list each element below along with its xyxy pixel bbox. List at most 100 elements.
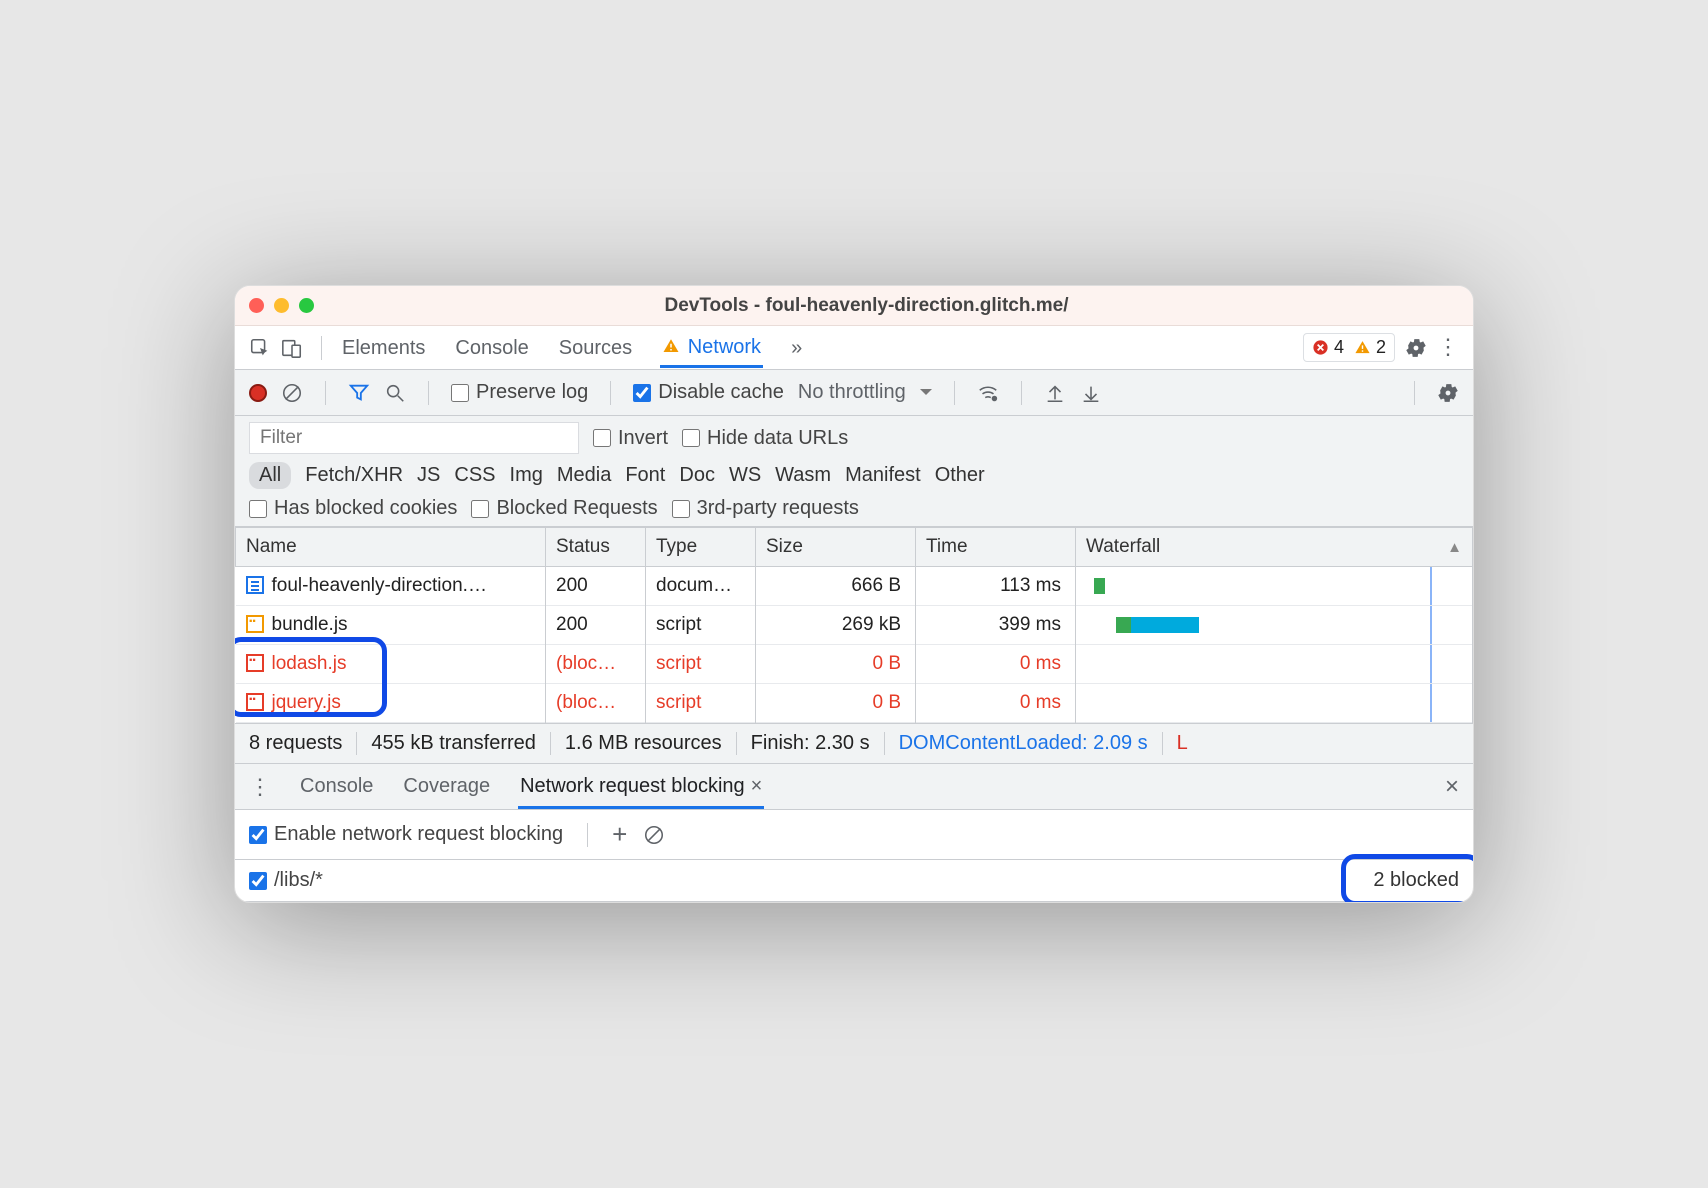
upload-har-icon[interactable] xyxy=(1044,382,1066,404)
device-toggle-icon[interactable] xyxy=(281,337,303,359)
summary-requests: 8 requests xyxy=(249,732,357,755)
type-chip-js[interactable]: JS xyxy=(417,464,440,487)
blocking-controls: Enable network request blocking + xyxy=(235,810,1473,860)
filter-funnel-icon[interactable] xyxy=(348,382,370,404)
table-header-row: Name Status Type Size Time Waterfall xyxy=(236,528,1473,567)
table-row[interactable]: jquery.js(bloc…script0 B0 ms xyxy=(236,684,1473,723)
col-type[interactable]: Type xyxy=(646,528,756,567)
summary-resources: 1.6 MB resources xyxy=(551,732,737,755)
cell-waterfall xyxy=(1076,684,1473,723)
filter-input[interactable] xyxy=(249,422,579,454)
search-icon[interactable] xyxy=(384,382,406,404)
devtools-window: DevTools - foul-heavenly-direction.glitc… xyxy=(234,285,1474,903)
warning-triangle-icon xyxy=(662,337,680,355)
table-row[interactable]: lodash.js(bloc…script0 B0 ms xyxy=(236,645,1473,684)
drawer-tabstrip: ⋮ Console Coverage Network request block… xyxy=(235,764,1473,810)
type-chip-other[interactable]: Other xyxy=(935,464,985,487)
table-row[interactable]: foul-heavenly-direction.…200docum…666 B1… xyxy=(236,567,1473,606)
type-chip-font[interactable]: Font xyxy=(625,464,665,487)
blocked-requests-checkbox[interactable]: Blocked Requests xyxy=(471,497,657,520)
close-tab-icon[interactable]: × xyxy=(751,775,763,797)
type-chip-doc[interactable]: Doc xyxy=(679,464,715,487)
warning-triangle-icon xyxy=(1354,339,1371,356)
network-summary: 8 requests 455 kB transferred 1.6 MB res… xyxy=(235,723,1473,764)
file-type-icon xyxy=(246,576,264,594)
summary-domcontentloaded: DOMContentLoaded: 2.09 s xyxy=(885,732,1163,755)
has-blocked-cookies-checkbox[interactable]: Has blocked cookies xyxy=(249,497,457,520)
resource-types-bar: All Fetch/XHR JS CSS Img Media Font Doc … xyxy=(235,454,1473,497)
cell-time: 0 ms xyxy=(916,645,1076,684)
preserve-log-checkbox[interactable]: Preserve log xyxy=(451,381,588,404)
cell-status: 200 xyxy=(546,606,646,645)
type-chip-wasm[interactable]: Wasm xyxy=(775,464,831,487)
type-chip-manifest[interactable]: Manifest xyxy=(845,464,921,487)
remove-all-patterns-icon[interactable] xyxy=(643,824,665,846)
drawer-tab-blocking[interactable]: Network request blocking× xyxy=(518,765,764,809)
add-pattern-icon[interactable]: + xyxy=(612,819,627,850)
maximize-window-icon[interactable] xyxy=(299,298,314,313)
hide-data-urls-checkbox[interactable]: Hide data URLs xyxy=(682,427,848,450)
type-chip-fetch-xhr[interactable]: Fetch/XHR xyxy=(305,464,403,487)
cell-time: 0 ms xyxy=(916,684,1076,723)
type-chip-all[interactable]: All xyxy=(249,462,291,489)
cell-size: 0 B xyxy=(756,645,916,684)
blocking-pattern-row[interactable]: /libs/* 2 blocked xyxy=(235,860,1473,902)
tab-network[interactable]: Network xyxy=(660,327,763,368)
cell-name: jquery.js xyxy=(236,684,546,723)
col-time[interactable]: Time xyxy=(916,528,1076,567)
col-status[interactable]: Status xyxy=(546,528,646,567)
drawer-close-icon[interactable]: × xyxy=(1445,773,1459,801)
enable-blocking-checkbox[interactable]: Enable network request blocking xyxy=(249,823,563,846)
cell-status: (bloc… xyxy=(546,684,646,723)
cell-status: 200 xyxy=(546,567,646,606)
close-window-icon[interactable] xyxy=(249,298,264,313)
record-button[interactable] xyxy=(249,384,267,402)
error-circle-icon xyxy=(1312,339,1329,356)
col-name[interactable]: Name xyxy=(236,528,546,567)
cell-waterfall xyxy=(1076,567,1473,606)
cell-waterfall xyxy=(1076,606,1473,645)
tabs-overflow[interactable]: » xyxy=(789,328,804,368)
settings-gear-icon[interactable] xyxy=(1405,337,1427,359)
pattern-enabled-checkbox[interactable]: /libs/* xyxy=(249,869,323,892)
download-har-icon[interactable] xyxy=(1080,382,1102,404)
issue-badges[interactable]: 4 2 xyxy=(1303,333,1395,362)
invert-checkbox[interactable]: Invert xyxy=(593,427,668,450)
pattern-blocked-count: 2 blocked xyxy=(1373,869,1459,892)
cell-size: 0 B xyxy=(756,684,916,723)
type-chip-ws[interactable]: WS xyxy=(729,464,761,487)
cell-status: (bloc… xyxy=(546,645,646,684)
cell-size: 269 kB xyxy=(756,606,916,645)
table-row[interactable]: bundle.js200script269 kB399 ms xyxy=(236,606,1473,645)
type-chip-img[interactable]: Img xyxy=(510,464,543,487)
network-settings-gear-icon[interactable] xyxy=(1437,382,1459,404)
tab-sources[interactable]: Sources xyxy=(557,328,634,368)
cell-type: script xyxy=(646,645,756,684)
type-chip-css[interactable]: CSS xyxy=(454,464,495,487)
col-size[interactable]: Size xyxy=(756,528,916,567)
chevron-down-icon[interactable] xyxy=(920,389,932,401)
type-chip-media[interactable]: Media xyxy=(557,464,611,487)
cell-type: script xyxy=(646,606,756,645)
window-titlebar: DevTools - foul-heavenly-direction.glitc… xyxy=(235,286,1473,326)
drawer-tab-console[interactable]: Console xyxy=(298,765,375,808)
throttling-select[interactable]: No throttling xyxy=(798,381,906,404)
third-party-checkbox[interactable]: 3rd-party requests xyxy=(672,497,859,520)
kebab-menu-icon[interactable]: ⋮ xyxy=(1437,343,1459,352)
file-type-icon xyxy=(246,615,264,633)
cell-name: lodash.js xyxy=(236,645,546,684)
cell-time: 113 ms xyxy=(916,567,1076,606)
disable-cache-checkbox[interactable]: Disable cache xyxy=(633,381,784,404)
minimize-window-icon[interactable] xyxy=(274,298,289,313)
inspect-icon[interactable] xyxy=(249,337,271,359)
summary-load: L xyxy=(1163,732,1202,755)
tab-console[interactable]: Console xyxy=(453,328,530,368)
clear-icon[interactable] xyxy=(281,382,303,404)
drawer-more-icon[interactable]: ⋮ xyxy=(249,774,272,800)
network-conditions-icon[interactable] xyxy=(977,382,999,404)
drawer-tab-coverage[interactable]: Coverage xyxy=(401,765,492,808)
file-type-icon xyxy=(246,654,264,672)
col-waterfall[interactable]: Waterfall xyxy=(1076,528,1473,567)
tab-elements[interactable]: Elements xyxy=(340,328,427,368)
file-type-icon xyxy=(246,693,264,711)
